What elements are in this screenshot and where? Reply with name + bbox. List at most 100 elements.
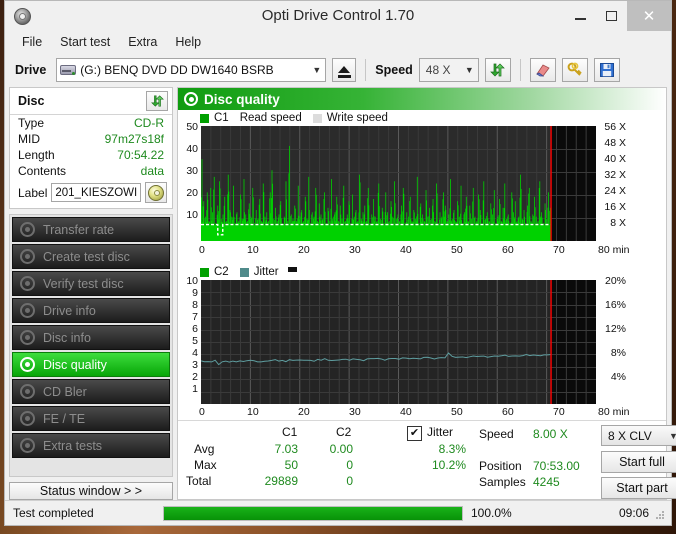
refresh-button[interactable] (484, 58, 511, 82)
toolbar-divider (519, 59, 521, 81)
stats-area: C1 C2 ✔ Jitter Avg 7.03 0.00 8.3% Max 50… (178, 420, 676, 499)
jitter-ytick-8pct: 8% (610, 347, 626, 359)
nav-item-label: FE / TE (43, 411, 86, 426)
refresh-arrows-icon (150, 95, 164, 107)
disc-row-type: Type CD-R (10, 115, 172, 131)
toolbar-divider (365, 59, 367, 81)
c1-ytick-40: 40 (186, 143, 198, 155)
c1-ytick-40x: 40 X (604, 153, 626, 165)
stats-max-jitter: 10.2% (431, 458, 466, 472)
c2-ytick-1: 1 (192, 383, 198, 395)
c2-ytick-6: 6 (192, 323, 198, 335)
write-strategy-select[interactable]: 8 X CLV ▼ (601, 425, 676, 446)
progress-percent: 100.0% (471, 506, 512, 520)
eject-button[interactable] (332, 58, 357, 82)
nav-item-disc-info[interactable]: Disc info (12, 325, 170, 350)
application-window: Opti Drive Control 1.70 ✕ File Start tes… (4, 0, 676, 526)
legend-label-c2: C2 (214, 266, 229, 278)
c2-xtick-50: 50 (451, 406, 463, 418)
stats-max-c2: 0 (346, 458, 353, 472)
c1-ytick-32x: 32 X (604, 169, 626, 181)
menu-item-extra[interactable]: Extra (119, 33, 166, 51)
c2-ytick-9: 9 (192, 287, 198, 299)
nav-item-label: Extra tests (43, 438, 103, 453)
status-window-button[interactable]: Status window > > (9, 482, 173, 500)
stats-col-jitter: Jitter (427, 425, 454, 439)
disc-icon (20, 276, 35, 291)
c1-ytick-20: 20 (186, 187, 198, 199)
start-part-button[interactable]: Start part (601, 477, 676, 499)
c1-chart-legend: C1 Read speed Write speed (200, 112, 388, 124)
speed-select[interactable]: 48 X ▼ (418, 58, 479, 82)
menu-item-help[interactable]: Help (166, 33, 210, 51)
nav-item-create-test-disc[interactable]: Create test disc (12, 244, 170, 269)
c1-xtick-50: 50 (451, 244, 463, 256)
c1-xtick-80: 80 min (598, 244, 630, 256)
save-button[interactable] (593, 58, 620, 82)
minimize-button[interactable] (565, 1, 596, 31)
stats-total-c1: 29889 (264, 474, 298, 488)
nav-item-label: Disc quality (43, 357, 107, 372)
menu-item-start-test[interactable]: Start test (51, 33, 119, 51)
eraser-icon (536, 64, 550, 77)
disc-key-type: Type (18, 116, 45, 130)
disc-row-length: Length 70:54.22 (10, 147, 172, 163)
nav-item-cd-bler[interactable]: CD Bler (12, 379, 170, 404)
disc-refresh-button[interactable] (146, 91, 168, 111)
stats-avg-jitter: 8.3% (438, 442, 466, 456)
disc-value-length: 70:54.22 (117, 148, 164, 162)
progress-bar (163, 505, 463, 521)
legend-swatch-write-speed (312, 113, 322, 123)
c2-jitter-chart[interactable]: C2 Jitter 10 9 8 7 6 5 4 3 2 1 20% 16% 1… (178, 266, 666, 418)
test-position-key: Position (479, 459, 522, 473)
start-full-button[interactable]: Start full (601, 451, 676, 473)
disc-icon (20, 303, 35, 318)
disc-key-contents: Contents (18, 164, 67, 178)
drive-select[interactable]: (G:) BENQ DVD DD DW1640 BSRB ▼ (56, 58, 327, 82)
disc-icon (20, 384, 35, 399)
erase-button[interactable] (529, 58, 556, 82)
disc-icon (20, 438, 35, 453)
optical-drive-icon (60, 63, 77, 77)
write-strategy-value: 8 X CLV (608, 428, 652, 443)
nav-item-label: Drive info (43, 303, 96, 318)
disc-row-mid: MID 97m27s18f (10, 131, 172, 147)
disc-label-row: Label 201_KIESZOWI (10, 179, 172, 208)
nav-item-disc-quality[interactable]: Disc quality (12, 352, 170, 377)
c2-ytick-5: 5 (192, 335, 198, 347)
nav-item-label: CD Bler (43, 384, 87, 399)
close-button[interactable]: ✕ (627, 1, 671, 31)
c2-xtick-80: 80 min (598, 406, 630, 418)
c1-chart[interactable]: C1 Read speed Write speed 50 40 30 20 10… (178, 112, 666, 264)
nav-item-transfer-rate[interactable]: Transfer rate (12, 217, 170, 242)
speed-label: Speed (375, 63, 413, 77)
c2-ytick-10: 10 (186, 275, 198, 287)
disc-info-panel: Disc Type CD-R MID 97m27s18f Length 70:5… (9, 87, 173, 209)
nav-item-verify-test-disc[interactable]: Verify test disc (12, 271, 170, 296)
charts-area: C1 Read speed Write speed 50 40 30 20 10… (178, 110, 676, 499)
legend-swatch-jitter (239, 267, 249, 277)
maximize-button[interactable] (596, 1, 627, 31)
disc-row-contents: Contents data (10, 163, 172, 179)
c1-ytick-10: 10 (186, 209, 198, 221)
c1-ytick-30: 30 (186, 165, 198, 177)
nav-item-extra-tests[interactable]: Extra tests (12, 433, 170, 458)
disc-label-cd-button[interactable] (145, 182, 167, 203)
c2-jitter-plot-area[interactable] (200, 280, 596, 404)
c1-xtick-40: 40 (400, 244, 412, 256)
resize-grip[interactable] (655, 511, 665, 521)
menu-item-file[interactable]: File (13, 33, 51, 51)
jitter-checkbox[interactable]: ✔ (407, 426, 422, 441)
disc-label-input[interactable]: 201_KIESZOWI (51, 183, 141, 202)
c1-xtick-0: 0 (199, 244, 205, 256)
legend-marker-icon (287, 266, 297, 272)
nav-item-drive-info[interactable]: Drive info (12, 298, 170, 323)
legend-label-jitter: Jitter (253, 266, 279, 278)
keys-button[interactable] (561, 58, 588, 82)
floppy-save-icon (599, 63, 614, 77)
c1-plot-area[interactable] (201, 126, 596, 241)
c2-xtick-70: 70 (553, 406, 565, 418)
main-panel-header: Disc quality (178, 88, 666, 110)
nav-item-fe-te[interactable]: FE / TE (12, 406, 170, 431)
